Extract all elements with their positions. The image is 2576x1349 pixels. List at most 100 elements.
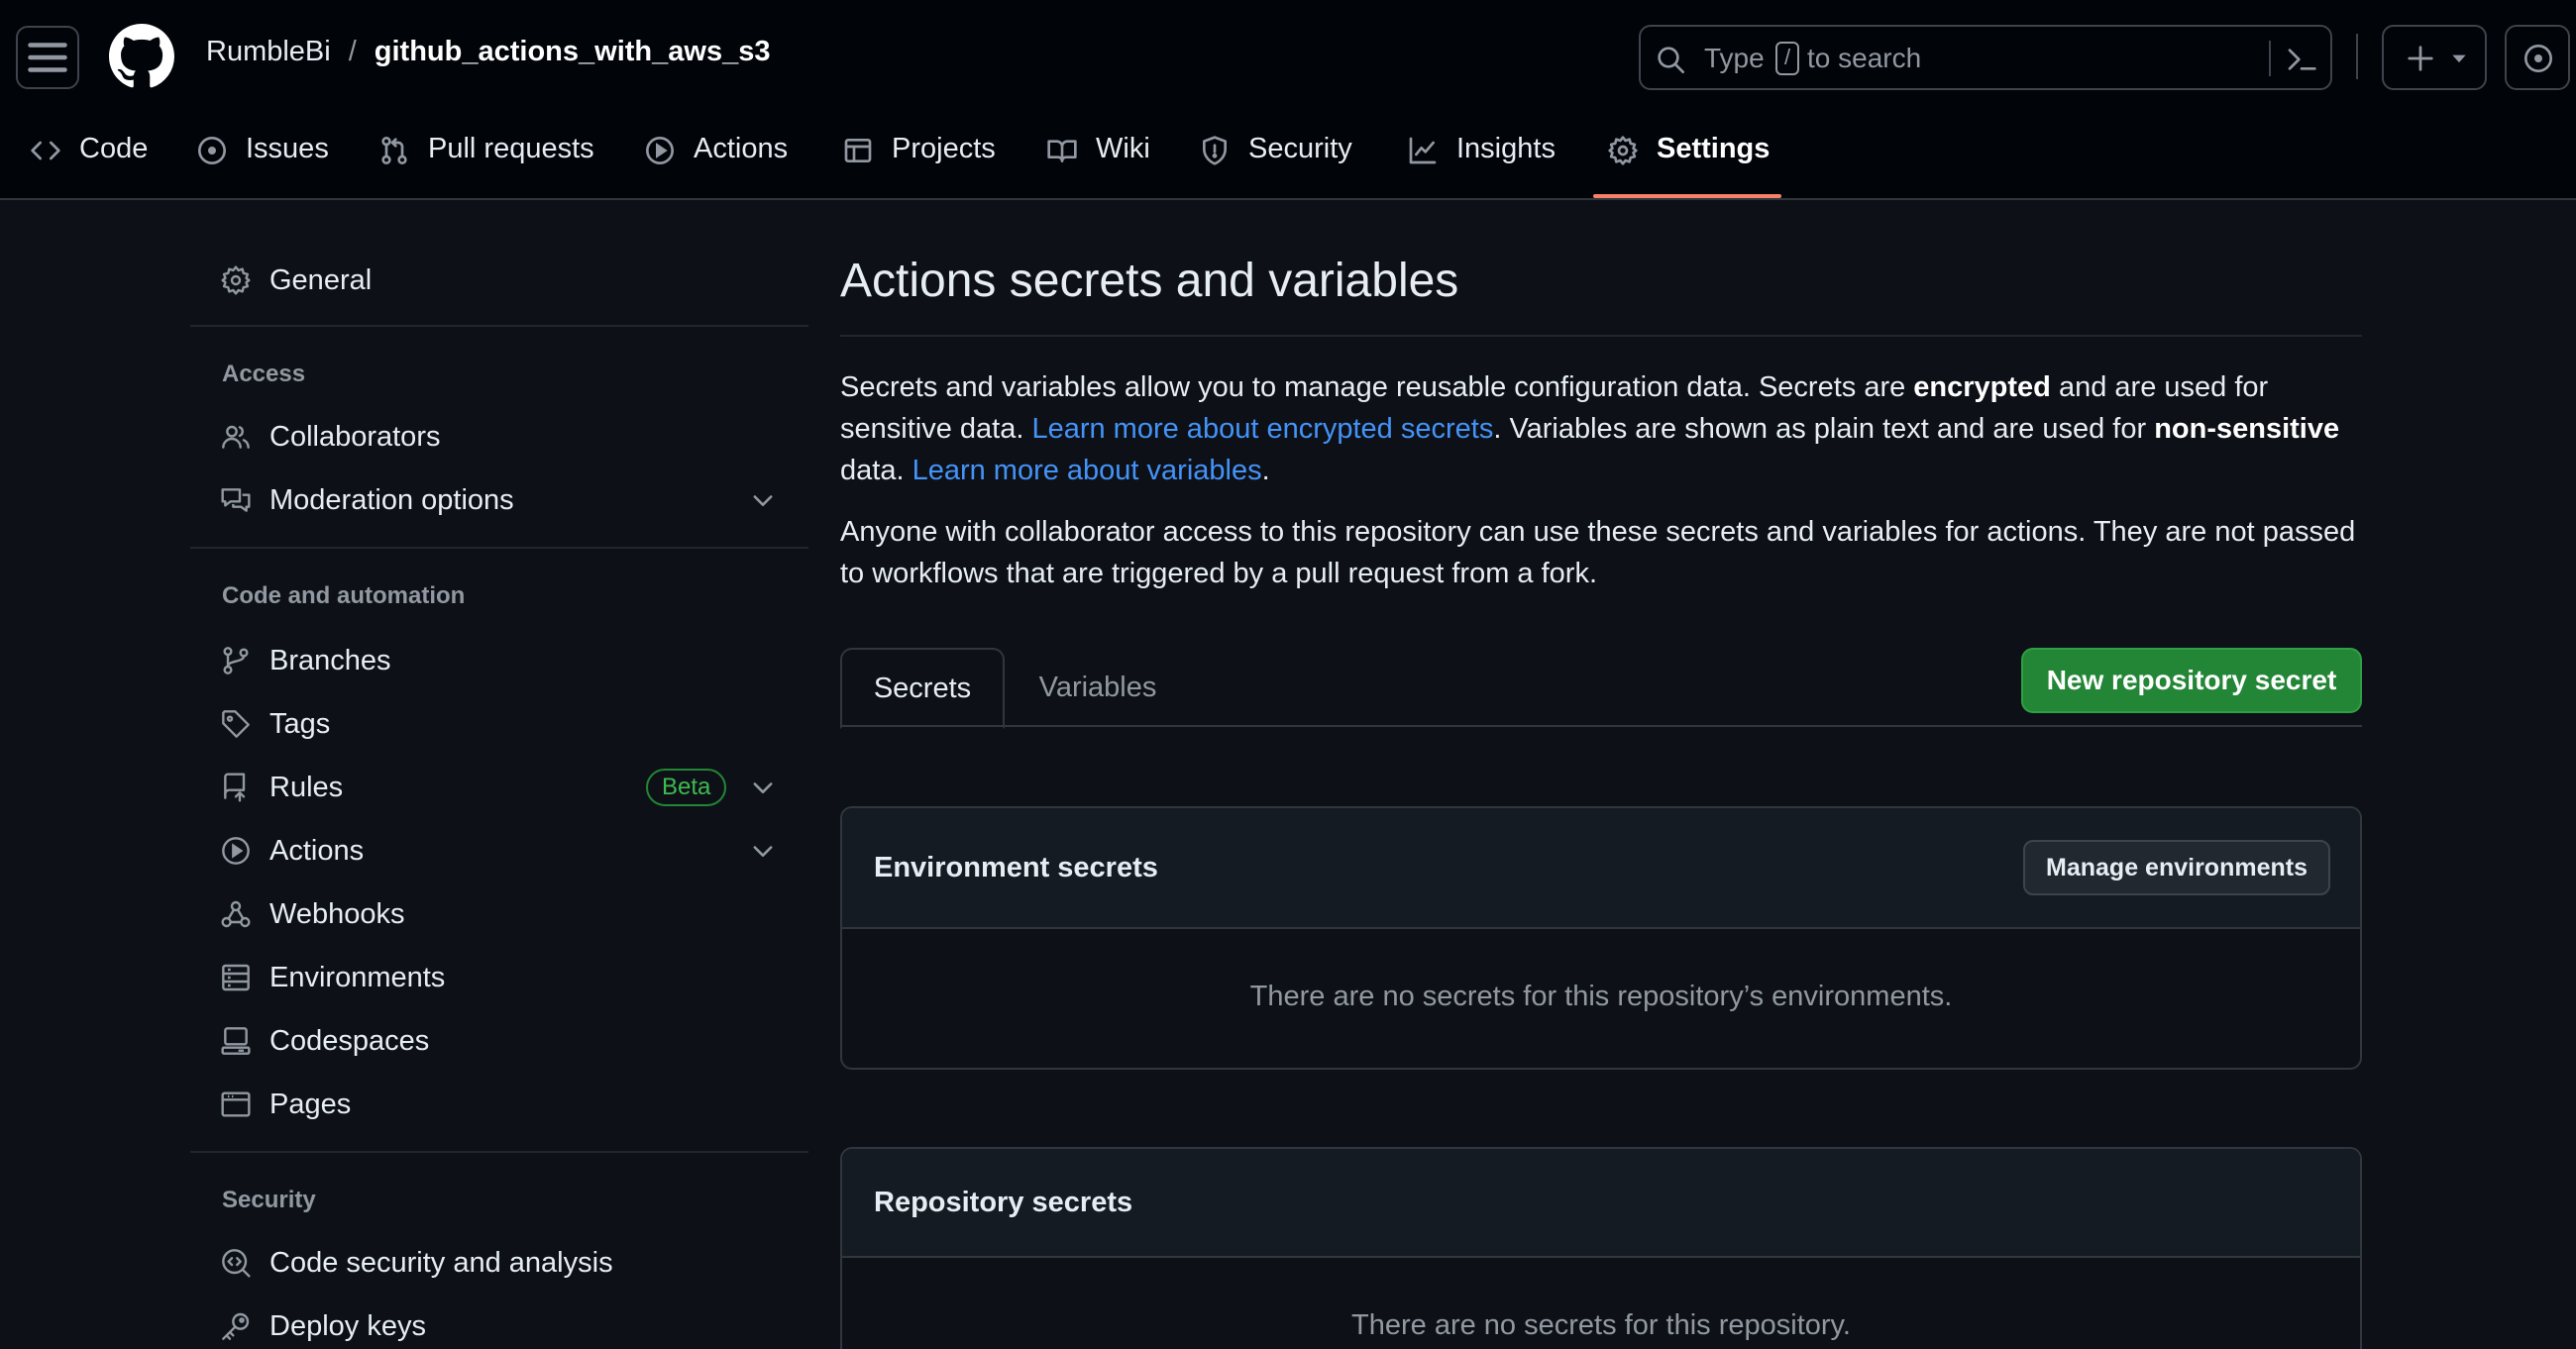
- sidebar-item-label: Code security and analysis: [269, 1246, 613, 1279]
- triangle-down-icon: [2449, 49, 2469, 68]
- tab-label: Actions: [694, 133, 789, 164]
- chevron-down-icon[interactable]: [749, 486, 777, 514]
- sidebar-divider: [190, 325, 808, 327]
- search-placeholder-prefix: Type: [1704, 43, 1765, 73]
- people-icon: [220, 421, 252, 453]
- intro-text: .: [1261, 455, 1270, 486]
- beta-badge: Beta: [646, 769, 727, 806]
- sidebar-item-pages[interactable]: Pages: [190, 1076, 808, 1133]
- menu-icon[interactable]: [16, 26, 79, 89]
- sidebar-item-collaborators[interactable]: Collaborators: [190, 408, 808, 466]
- tab-settings[interactable]: Settings: [1607, 117, 1770, 200]
- tab-secrets[interactable]: Secrets: [840, 648, 1005, 729]
- chevron-down-icon[interactable]: [749, 837, 777, 865]
- tab-security[interactable]: Security: [1199, 117, 1352, 200]
- sidebar-item-deploy-keys[interactable]: Deploy keys: [190, 1297, 808, 1349]
- issue-opened-icon: [2522, 43, 2554, 74]
- tag-icon: [220, 708, 252, 740]
- repo-push-icon: [220, 772, 252, 803]
- intro-bold-non-sensitive: non-sensitive: [2154, 413, 2340, 445]
- environment-secrets-box: Environment secrets Manage environments …: [840, 806, 2362, 1070]
- sidebar-item-moderation-options[interactable]: Moderation options: [190, 471, 808, 529]
- intro-text: . Variables are shown as plain text and …: [1493, 413, 2155, 445]
- git-pull-request-icon: [378, 135, 410, 166]
- tab-variables[interactable]: Variables: [1024, 648, 1171, 727]
- tab-pull-requests[interactable]: Pull requests: [378, 117, 594, 200]
- issue-opened-icon: [196, 135, 228, 166]
- command-palette-icon[interactable]: [2285, 44, 2318, 75]
- webhook-icon: [220, 898, 252, 930]
- sidebar-item-actions[interactable]: Actions: [190, 822, 808, 880]
- sidebar-item-general[interactable]: General: [190, 252, 808, 309]
- github-logo-icon[interactable]: [109, 24, 174, 89]
- tab-issues[interactable]: Issues: [196, 117, 329, 200]
- sidebar-item-label: Pages: [269, 1088, 352, 1120]
- page-title: Actions secrets and variables: [840, 255, 1459, 307]
- sidebar-item-branches[interactable]: Branches: [190, 632, 808, 689]
- title-divider: [840, 335, 2362, 337]
- sidebar-item-label: Webhooks: [269, 897, 405, 930]
- graph-icon: [1407, 135, 1439, 166]
- learn-variables-link[interactable]: Learn more about variables: [912, 455, 1262, 486]
- server-icon: [220, 962, 252, 993]
- repository-secrets-box: Repository secrets There are no secrets …: [840, 1147, 2362, 1349]
- sidebar-item-webhooks[interactable]: Webhooks: [190, 885, 808, 943]
- sidebar-item-label: Rules: [269, 771, 344, 803]
- learn-encrypted-secrets-link[interactable]: Learn more about encrypted secrets: [1031, 413, 1493, 445]
- global-header: RumbleBi / github_actions_with_aws_s3 Ty…: [0, 0, 2576, 200]
- chevron-down-icon[interactable]: [749, 774, 777, 801]
- tab-label: Settings: [1657, 133, 1771, 164]
- sidebar-item-label: Collaborators: [269, 420, 441, 453]
- owner-link[interactable]: RumbleBi: [206, 36, 331, 68]
- tab-insights[interactable]: Insights: [1407, 117, 1556, 200]
- tab-label: Code: [79, 133, 149, 164]
- intro-text: Secrets and variables allow you to manag…: [840, 371, 1914, 403]
- repo-link[interactable]: github_actions_with_aws_s3: [375, 36, 771, 68]
- repository-secrets-title: Repository secrets: [874, 1187, 1133, 1218]
- tab-actions[interactable]: Actions: [644, 117, 788, 200]
- tab-wiki[interactable]: Wiki: [1046, 117, 1150, 200]
- sidebar-item-environments[interactable]: Environments: [190, 949, 808, 1006]
- sidebar-item-label: Environments: [269, 961, 446, 993]
- sidebar-item-label: Actions: [269, 834, 365, 867]
- repo-nav: Code Issues Pull requests Actions Projec…: [0, 117, 2576, 200]
- new-repository-secret-button[interactable]: New repository secret: [2021, 648, 2362, 713]
- sidebar-divider: [190, 1151, 808, 1153]
- search-input[interactable]: Type / to search: [1639, 25, 2332, 90]
- book-icon: [1046, 135, 1078, 166]
- sidebar-item-tags[interactable]: Tags: [190, 695, 808, 753]
- tab-label: Issues: [246, 133, 329, 164]
- collaborator-note: Anyone with collaborator access to this …: [840, 516, 2356, 589]
- sidebar-item-label: Deploy keys: [269, 1309, 426, 1342]
- search-divider: [2269, 41, 2271, 76]
- tab-label: Projects: [892, 133, 996, 164]
- key-icon: [220, 1310, 252, 1342]
- repository-secrets-header: Repository secrets: [842, 1149, 2360, 1258]
- plus-icon: [2406, 44, 2435, 73]
- tab-label: Pull requests: [428, 133, 594, 164]
- sidebar-item-label: Tags: [269, 707, 331, 740]
- search-icon: [1655, 44, 1686, 75]
- search-shortcut-key: /: [1775, 42, 1799, 75]
- environment-secrets-empty: There are no secrets for this repository…: [1249, 981, 1953, 1012]
- play-icon: [220, 835, 252, 867]
- repository-secrets-empty: There are no secrets for this repository…: [1351, 1309, 1851, 1341]
- sidebar-heading-code-automation: Code and automation: [222, 582, 466, 609]
- play-icon: [644, 135, 676, 166]
- sidebar-item-code-security[interactable]: Code security and analysis: [190, 1234, 808, 1292]
- tab-label: Security: [1248, 133, 1352, 164]
- create-new-button[interactable]: [2382, 25, 2487, 90]
- sidebar-item-rules[interactable]: Rules Beta: [190, 759, 808, 816]
- sidebar-item-label: Codespaces: [269, 1024, 430, 1057]
- breadcrumb: RumbleBi / github_actions_with_aws_s3: [206, 36, 770, 68]
- search-placeholder-suffix: to search: [1807, 43, 1922, 73]
- tab-code[interactable]: Code: [30, 117, 148, 200]
- your-issues-button[interactable]: [2505, 25, 2570, 90]
- browser-icon: [220, 1089, 252, 1120]
- sidebar-item-codespaces[interactable]: Codespaces: [190, 1012, 808, 1070]
- active-tab-indicator: [1593, 194, 1781, 198]
- table-icon: [842, 135, 874, 166]
- manage-environments-button[interactable]: Manage environments: [2023, 840, 2330, 895]
- shield-icon: [1199, 135, 1231, 166]
- tab-projects[interactable]: Projects: [842, 117, 996, 200]
